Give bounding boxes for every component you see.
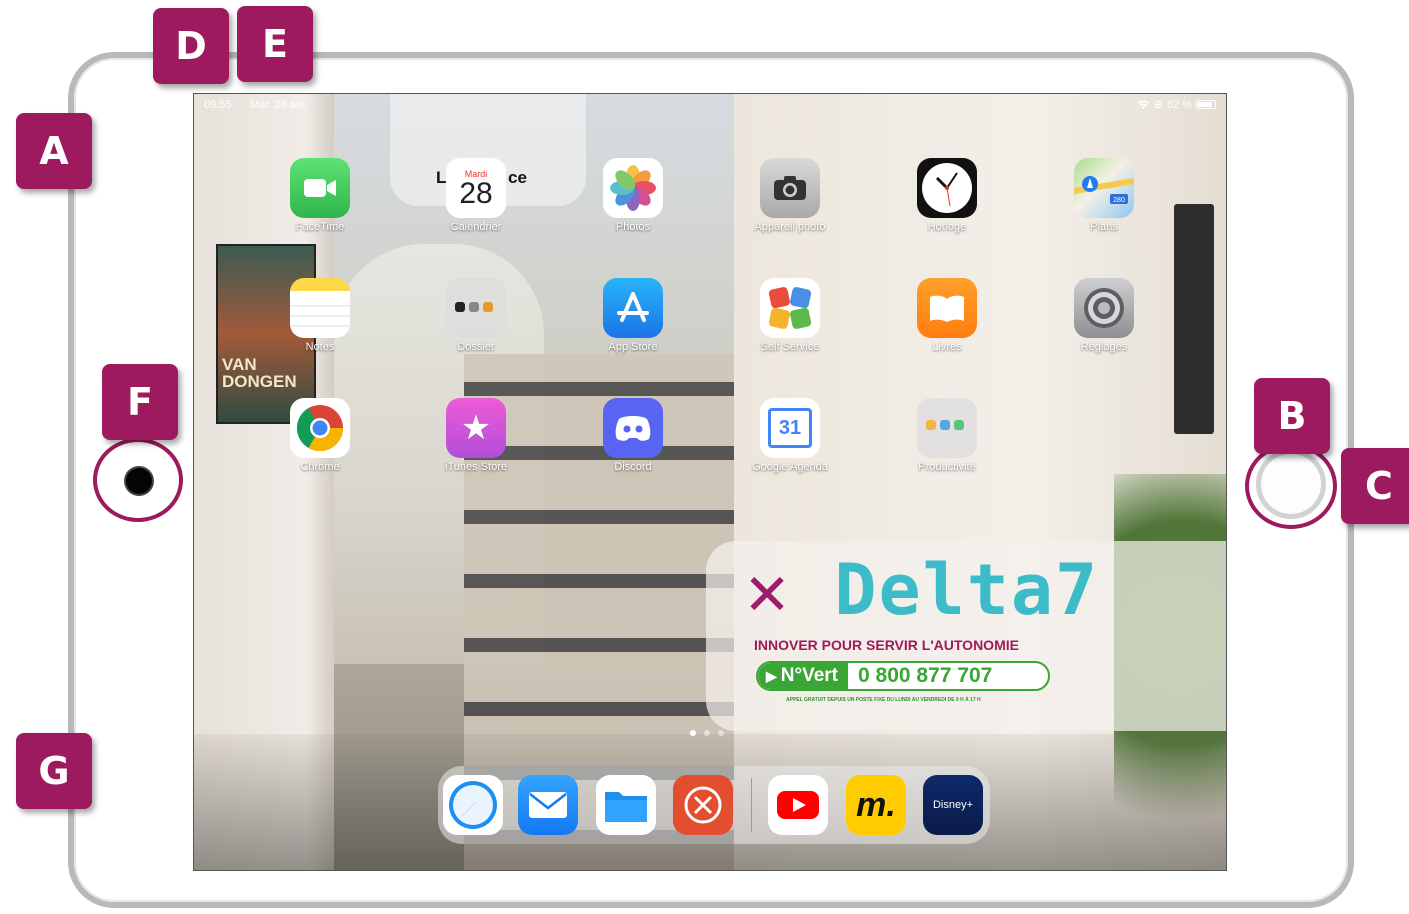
safari-icon[interactable] xyxy=(443,775,503,835)
appstore-icon xyxy=(603,278,663,338)
status-time: 09:55 xyxy=(204,99,232,111)
remote-desktop-icon[interactable] xyxy=(673,775,733,835)
app-horloge[interactable]: Horloge xyxy=(887,158,1007,250)
app-self-service[interactable]: Self Service xyxy=(730,278,850,370)
app-chrome[interactable]: Chrome xyxy=(260,398,380,490)
app-facetime[interactable]: FaceTime xyxy=(260,158,380,250)
delta7-brand-suffix: 7 xyxy=(1055,549,1100,631)
app-productivite[interactable]: Productivité xyxy=(887,398,1007,490)
app-label: Calendrier xyxy=(450,221,502,233)
app-label: Appareil photo xyxy=(754,221,826,233)
app-label: Livres xyxy=(932,341,962,353)
delta7-tagline: INNOVER POUR SERVIR L'AUTONOMIE xyxy=(754,637,1019,653)
app-label: Self Service xyxy=(760,341,820,353)
app-label: Photos xyxy=(615,221,651,233)
app-calendrier[interactable]: Mardi 28 Calendrier xyxy=(416,158,536,250)
delta7-fine-print: APPEL GRATUIT DEPUIS UN POSTE FIXE DU LU… xyxy=(786,697,981,703)
status-date: Mar. 28 avr. xyxy=(250,99,308,111)
status-bar: 09:55 Mar. 28 avr. ⊕ 82 % xyxy=(194,94,1226,116)
app-label: Google Agenda xyxy=(752,461,828,473)
annotated-ipad-diagram: VAN DONGEN L ce 09:55 Mar. 28 avr. ⊕ 82 … xyxy=(0,0,1409,914)
app-label: Dossier xyxy=(457,341,495,353)
ipad-screen: VAN DONGEN L ce 09:55 Mar. 28 avr. ⊕ 82 … xyxy=(193,93,1227,871)
app-label: Productivité xyxy=(918,461,976,473)
notes-icon xyxy=(290,278,350,338)
home-button-highlight-ring xyxy=(1245,443,1337,529)
app-label: FaceTime xyxy=(295,221,345,233)
delta7-person-icon: ✕ xyxy=(746,549,791,631)
calendar-day: 28 xyxy=(459,177,493,210)
delta7-logo: ✕ Delta7 xyxy=(746,549,1099,631)
page-dot xyxy=(704,730,710,736)
app-label: Notes xyxy=(305,341,335,353)
app-discord[interactable]: Discord xyxy=(573,398,693,490)
app-label: App Store xyxy=(608,341,658,353)
callout-f: F xyxy=(102,364,178,440)
app-itunes-store[interactable]: ★ iTunes Store xyxy=(416,398,536,490)
play-icon: ▶ xyxy=(766,667,777,684)
callout-g: G xyxy=(16,733,92,809)
wallpaper-shutter xyxy=(1174,204,1214,434)
app-label: iTunes Store xyxy=(445,461,507,473)
page-dot xyxy=(718,730,724,736)
app-reglages[interactable]: Réglages xyxy=(1044,278,1164,370)
delta7-brand: Delta xyxy=(834,549,1056,631)
files-icon[interactable] xyxy=(596,775,656,835)
app-plans[interactable]: 280 Plans xyxy=(1044,158,1164,250)
mail-icon[interactable] xyxy=(518,775,578,835)
self-service-icon xyxy=(760,278,820,338)
callout-e: E xyxy=(237,6,313,82)
google-calendar-icon: 31 xyxy=(760,398,820,458)
app-google-agenda[interactable]: 31 Google Agenda xyxy=(730,398,850,490)
app-dossier[interactable]: Dossier xyxy=(416,278,536,370)
app-label: Réglages xyxy=(1080,341,1128,353)
status-indicators: ⊕ 82 % xyxy=(1137,98,1216,111)
itunes-icon: ★ xyxy=(446,398,506,458)
delta7-phone-number: 0 800 877 707 xyxy=(858,664,993,687)
orientation-lock-icon: ⊕ xyxy=(1153,99,1163,111)
dock: m. Disney+ xyxy=(438,766,990,844)
app-livres[interactable]: Livres xyxy=(887,278,1007,370)
delta7-phone-box: ▶ N°Vert 0 800 877 707 xyxy=(756,661,1050,691)
clock-icon xyxy=(917,158,977,218)
app-app-store[interactable]: App Store xyxy=(573,278,693,370)
maps-badge: 280 xyxy=(1113,197,1125,204)
productivity-folder-icon xyxy=(917,398,977,458)
dock-separator xyxy=(751,778,752,832)
app-photos[interactable]: Photos xyxy=(573,158,693,250)
page-indicator[interactable] xyxy=(690,730,724,736)
chrome-icon xyxy=(290,398,350,458)
wifi-icon xyxy=(1137,100,1150,109)
app-appareil-photo[interactable]: Appareil photo xyxy=(730,158,850,250)
delta7-ad-widget[interactable]: ✕ Delta7 INNOVER POUR SERVIR L'AUTONOMIE… xyxy=(706,541,1226,731)
callout-b: B xyxy=(1254,378,1330,454)
battery-icon xyxy=(1196,100,1216,109)
delta7-phone-label-text: N°Vert xyxy=(780,665,839,686)
maps-icon: 280 xyxy=(1074,158,1134,218)
youtube-icon[interactable] xyxy=(768,775,828,835)
disney-plus-icon[interactable]: Disney+ xyxy=(923,775,983,835)
callout-d: D xyxy=(153,8,229,84)
camera-highlight-ring xyxy=(93,438,183,522)
books-icon xyxy=(917,278,977,338)
m-app-icon[interactable]: m. xyxy=(846,775,906,835)
photos-icon xyxy=(603,158,663,218)
app-label: Chrome xyxy=(300,461,340,473)
google-calendar-day: 31 xyxy=(768,408,812,448)
calendar-icon: Mardi 28 xyxy=(446,158,506,218)
settings-icon xyxy=(1074,278,1134,338)
app-notes[interactable]: Notes xyxy=(260,278,380,370)
callout-a: A xyxy=(16,113,92,189)
app-label: Plans xyxy=(1090,221,1118,233)
facetime-icon xyxy=(290,158,350,218)
app-label: Horloge xyxy=(927,221,967,233)
battery-percent: 82 % xyxy=(1166,98,1192,111)
delta7-phone-label: ▶ N°Vert xyxy=(758,663,849,689)
camera-icon xyxy=(760,158,820,218)
app-label: Discord xyxy=(614,461,652,473)
callout-c: C xyxy=(1341,448,1409,524)
page-dot xyxy=(690,730,696,736)
discord-icon xyxy=(603,398,663,458)
folder-icon xyxy=(446,278,506,338)
